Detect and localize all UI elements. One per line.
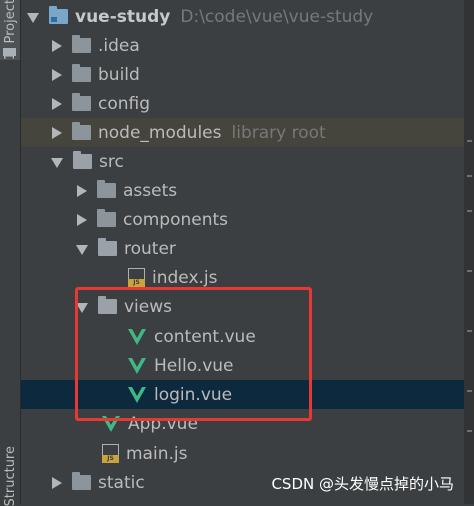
tree-row-src[interactable]: src [21,147,464,176]
tree-row-vue-study[interactable]: vue-study D:\code\vue\vue-study [21,2,464,31]
gutter-marker [467,270,472,272]
tree-item-label: .idea [98,35,140,56]
chevron-right-icon[interactable] [52,97,62,110]
tree-item-label: static [98,472,145,493]
chevron-down-icon[interactable] [76,244,88,255]
folder-icon [98,238,117,256]
gutter-marker [467,390,472,392]
chevron-right-icon[interactable] [77,213,87,226]
tree-item-label: build [98,64,140,85]
tree-row-router[interactable]: router [21,234,464,263]
gutter-marker [467,175,472,177]
chevron-right-icon[interactable] [52,39,62,52]
project-tree: vue-study D:\code\vue\vue-study .idea bu… [21,0,464,504]
tree-row-config[interactable]: config [21,89,464,118]
project-tab-folder-icon [3,48,16,56]
project-tool-tab[interactable]: 1: Project [0,0,20,61]
project-path: D:\code\vue\vue-study [180,6,374,27]
tree-item-label: src [99,151,124,172]
folder-icon [72,35,91,53]
chevron-right-icon[interactable] [52,476,62,489]
gutter-marker [467,430,472,432]
folder-icon [72,122,91,140]
js-file-icon: JS [128,268,145,287]
tree-item-label: index.js [152,267,218,288]
watermark: CSDN @头发慢点掉的小马 [271,475,454,493]
structure-tab-label: Structure [2,445,18,506]
chevron-right-icon[interactable] [52,68,62,81]
tree-row-build[interactable]: build [21,60,464,89]
js-file-icon: JS [102,444,119,463]
tree-item-label: vue-study [75,6,171,27]
tree-item-label: assets [123,180,178,201]
highlight-box [75,287,312,421]
gutter-marker [467,140,472,142]
folder-icon [72,64,91,82]
library-root-hint: library root [231,122,326,143]
folder-icon [97,209,116,227]
tree-row-node-modules[interactable]: node_modules library root [21,118,464,147]
structure-tool-tab[interactable]: Structure [0,445,20,506]
tree-item-label: config [98,93,151,114]
folder-icon [73,151,92,169]
tree-item-label: node_modules [98,122,222,143]
tree-row-assets[interactable]: assets [21,176,464,205]
gutter-marker [467,210,472,212]
folder-icon [72,472,91,490]
folder-project-icon [49,6,68,24]
tree-row-idea[interactable]: .idea [21,31,464,60]
tool-window-strip: 1: Project Structure [0,0,21,506]
tree-item-label: main.js [126,443,188,464]
tree-item-label: components [123,209,229,230]
tree-item-label: router [124,238,176,259]
chevron-down-icon[interactable] [27,12,39,23]
chevron-right-icon[interactable] [52,126,62,139]
chevron-right-icon[interactable] [77,184,87,197]
folder-icon [72,93,91,111]
gutter-marker [467,330,472,332]
tree-row-main-js[interactable]: JS main.js [21,439,464,468]
chevron-down-icon[interactable] [51,157,63,168]
tree-row-components[interactable]: components [21,205,464,234]
folder-icon [97,180,116,198]
editor-gutter [464,0,474,504]
